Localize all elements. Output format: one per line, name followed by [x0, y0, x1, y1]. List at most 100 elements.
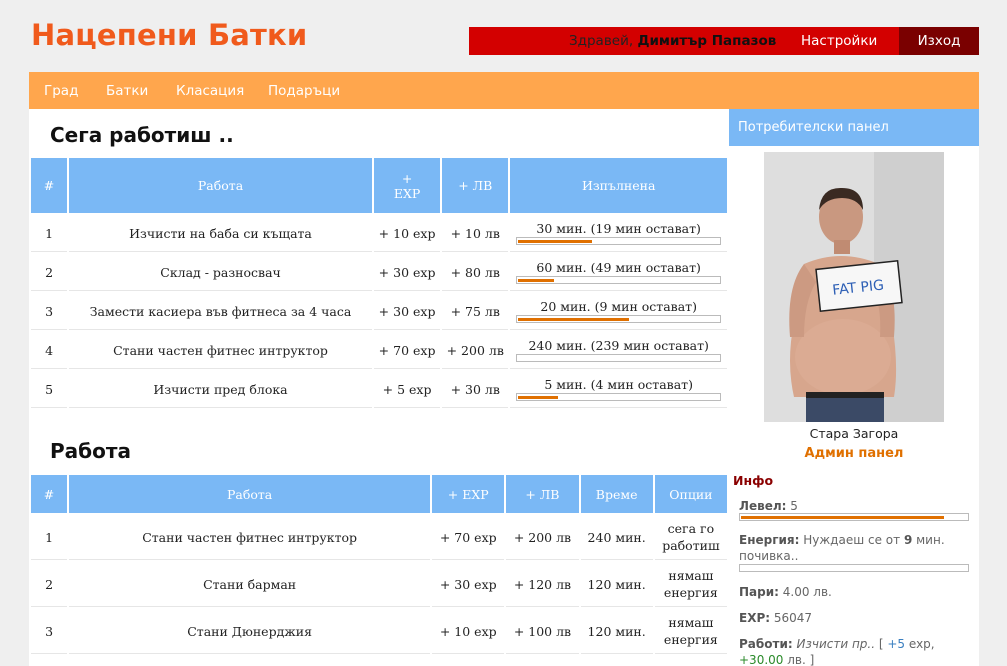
level-progress-bar [739, 513, 969, 521]
job-name: Стани барман [69, 562, 431, 607]
job-money: + 100 лв [506, 609, 579, 654]
progress-bar [516, 314, 722, 323]
job-name: Стани частен фитнес интруктор [69, 332, 372, 369]
level-progress-fill [741, 516, 944, 519]
job-name: Стани частен фитнес интруктор [69, 515, 431, 560]
exp-stat: EXP: 56047 [739, 610, 974, 626]
job-status: 60 мин. (49 мин остават) [536, 259, 701, 275]
progress-fill [518, 278, 555, 282]
nav-item-gifts[interactable]: Подаръци [268, 83, 340, 99]
job-exp: + 30 exp [373, 254, 441, 291]
job-money: + 75 лв [442, 293, 509, 330]
job-time: 120 мин. [580, 562, 653, 607]
job-progress: 60 мин. (49 мин остават) [510, 254, 727, 291]
main-nav: Град Батки Класация Подаръци [29, 72, 979, 109]
table-row: 2 Стани барман + 30 exp + 120 лв 120 мин. ням… [31, 562, 727, 607]
table-row: 2 Склад - разносвач + 30 exp + 80 лв 60 мин.… [31, 254, 727, 291]
jobs-exp-unit: exp, [905, 637, 935, 651]
col-header-job: Работа [69, 475, 431, 513]
job-money: + 200 лв [506, 515, 579, 560]
progress-bar [516, 275, 722, 284]
progress-bar [516, 236, 722, 245]
avatar-image: FAT PIG [764, 152, 944, 422]
job-name: Склад - разносвач [69, 254, 372, 291]
job-exp: + 10 exp [373, 215, 441, 252]
progress-fill [518, 317, 630, 321]
job-option[interactable]: нямаш енергия [654, 562, 727, 607]
nav-item-ranking[interactable]: Класация [176, 83, 244, 99]
jobs-money: +30.00 [739, 653, 784, 666]
col-header-money: + ЛВ [506, 475, 579, 513]
row-number: 5 [31, 371, 68, 408]
job-status: 20 мин. (9 мин остават) [540, 298, 697, 314]
greeting-text: Здравей, [569, 33, 638, 49]
work-title: Работа [50, 439, 131, 463]
row-number: 2 [31, 562, 68, 607]
job-money: + 10 лв [442, 215, 509, 252]
table-row: 5 Изчисти пред блока + 5 exp + 30 лв 5 мин. … [31, 371, 727, 408]
job-exp: + 10 exp [432, 609, 505, 654]
job-option[interactable]: сега го работиш [654, 515, 727, 560]
money-stat: Пари: 4.00 лв. [739, 584, 974, 600]
money-label: Пари: [739, 585, 779, 599]
table-row: 4 Стани частен фитнес интруктор + 70 exp + … [31, 332, 727, 369]
table-row: 3 Стани Дюнерджия + 10 exp + 100 лв 120 мин.… [31, 609, 727, 654]
level-value: 5 [790, 499, 798, 513]
site-logo[interactable]: Нацепени Батки [31, 18, 307, 52]
money-value: 4.00 лв. [782, 585, 832, 599]
level-stat: Левел: 5 [739, 498, 974, 514]
jobs-stat: Работи: Изчисти пр.. [ +5 exp, +30.00 лв… [739, 636, 974, 666]
col-header-options: Опции [654, 475, 727, 513]
job-time: 240 мин. [580, 515, 653, 560]
exp-value: 56047 [773, 611, 813, 625]
job-exp: + 5 exp [373, 371, 441, 408]
job-option[interactable]: нямаш енергия [654, 609, 727, 654]
job-progress: 5 мин. (4 мин остават) [510, 371, 727, 408]
level-label: Левел: [739, 499, 787, 513]
jobs-job[interactable]: Изчисти пр.. [797, 637, 876, 651]
current-jobs-title: Сега работиш .. [50, 123, 234, 147]
job-progress: 20 мин. (9 мин остават) [510, 293, 727, 330]
main-content: Сега работиш .. # Работа + EXP + ЛВ Изпъ… [29, 109, 729, 666]
progress-bar [516, 353, 722, 362]
col-header-number: # [31, 475, 68, 513]
job-money: + 120 лв [506, 562, 579, 607]
row-number: 1 [31, 215, 68, 252]
nav-item-batki[interactable]: Батки [106, 83, 148, 99]
job-money: + 80 лв [442, 254, 509, 291]
info-heading: Инфо [733, 473, 774, 488]
energy-stat: Енергия: Нуждаеш се от 9 мин. почивка.. [739, 532, 974, 564]
job-status: 30 мин. (19 мин остават) [536, 220, 701, 236]
job-money: + 200 лв [442, 332, 509, 369]
logout-button[interactable]: Изход [899, 27, 979, 55]
exp-label: EXP: [739, 611, 771, 625]
greeting: Здравей, Димитър Папазов [569, 33, 776, 49]
job-status: 240 мин. (239 мин остават) [528, 337, 709, 353]
job-exp: + 30 exp [373, 293, 441, 330]
jobs-exp: +5 [887, 637, 906, 651]
table-header-row: # Работа + EXP + ЛВ Изпълнена [31, 158, 727, 213]
row-number: 3 [31, 293, 68, 330]
energy-text-a: Нуждаеш се от [803, 533, 904, 547]
row-number: 1 [31, 515, 68, 560]
admin-panel-link[interactable]: Админ панел [729, 446, 979, 461]
job-progress: 30 мин. (19 мин остават) [510, 215, 727, 252]
col-header-job: Работа [69, 158, 372, 213]
job-status: 5 мин. (4 мин остават) [544, 376, 693, 392]
col-header-money: + ЛВ [442, 158, 509, 213]
row-number: 4 [31, 332, 68, 369]
job-name: Стани Дюнерджия [69, 609, 431, 654]
col-header-exp: + EXP [432, 475, 505, 513]
settings-link[interactable]: Настройки [801, 33, 877, 49]
job-exp: + 30 exp [432, 562, 505, 607]
user-panel: Потребителски панел FAT PIG Стара Загора… [729, 109, 979, 666]
user-panel-title: Потребителски панел [729, 109, 979, 146]
table-row: 1 Стани частен фитнес интруктор + 70 exp + … [31, 515, 727, 560]
nav-item-city[interactable]: Град [44, 83, 78, 99]
job-progress: 240 мин. (239 мин остават) [510, 332, 727, 369]
username[interactable]: Димитър Папазов [637, 33, 776, 49]
job-name: Изчисти на баба си къщата [69, 215, 372, 252]
table-row: 1 Изчисти на баба си къщата + 10 exp + 10 л… [31, 215, 727, 252]
job-name: Замести касиера във фитнеса за 4 часа [69, 293, 372, 330]
jobs-open: [ [875, 637, 888, 651]
